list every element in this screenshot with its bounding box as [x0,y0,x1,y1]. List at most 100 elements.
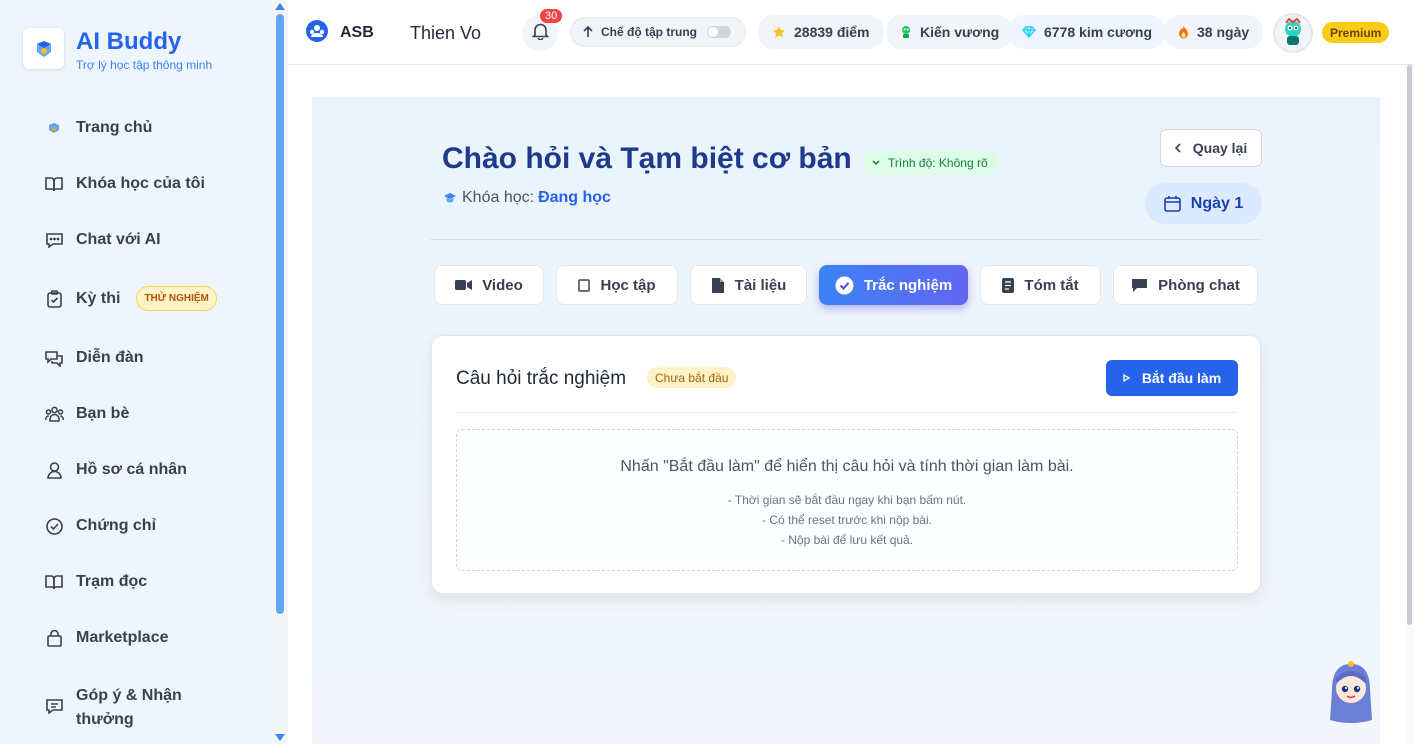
page-title: Chào hỏi và Tạm biệt cơ bản [442,142,852,175]
brand-logo-icon [23,28,64,69]
page-scrollbar[interactable] [1405,65,1414,744]
bag-icon [44,628,64,648]
start-quiz-button[interactable]: Bắt đầu làm [1106,360,1238,396]
sidebar-item-feedback[interactable]: Góp ý & Nhận thưởng [44,684,182,732]
rank-pill[interactable]: Kiến vương [886,15,1014,49]
page-scroll-thumb[interactable] [1407,65,1412,625]
focus-mode-label: Chế độ tập trung [601,25,697,39]
course-status[interactable]: Đang học [538,189,611,207]
tab-video[interactable]: Video [434,265,544,305]
sidebar-item-label: Trạm đọc [76,573,148,590]
sidebar-item-marketplace[interactable]: Marketplace [44,628,169,648]
rank-value: Kiến vương [920,24,1000,40]
hint-line: - Có thể reset trước khi nộp bài. [762,513,932,527]
org-icon [306,19,328,47]
start-quiz-label: Bắt đầu làm [1141,370,1222,386]
arrow-up-icon [583,26,593,38]
brand-name: AI Buddy [76,28,182,55]
chat-bubble-icon [1131,278,1148,293]
sidebar-scroll-thumb[interactable] [276,14,284,614]
tab-chat-room[interactable]: Phòng chat [1113,265,1258,305]
sidebar-item-profile[interactable]: Hồ sơ cá nhân [44,460,187,480]
rank-mascot-icon [900,25,912,39]
sidebar-scrollbar[interactable] [272,0,288,744]
sidebar-item-label: Góp ý & Nhận thưởng [76,687,182,728]
notification-button[interactable]: 30 [522,9,563,51]
level-text: Trình độ: Không rõ [888,155,988,170]
day-button-label: Ngày 1 [1190,194,1244,212]
sidebar-item-my-courses[interactable]: Khóa học của tôi [44,174,205,194]
assistant-mascot-icon[interactable] [1322,660,1380,724]
users-icon [44,404,64,424]
streak-value: 38 ngày [1197,24,1250,40]
tab-study[interactable]: Học tập [556,265,678,305]
streak-pill[interactable]: 38 ngày [1164,15,1264,49]
tab-quiz[interactable]: Trắc nghiệm [819,265,968,305]
back-button[interactable]: Quay lại [1160,129,1262,167]
premium-badge[interactable]: Premium [1322,22,1390,43]
forum-icon [44,348,64,368]
home-logo-icon [44,118,64,138]
quiz-card: Câu hỏi trắc nghiệm Chưa bắt đầu Bắt đầu… [431,335,1261,594]
focus-mode-switch[interactable] [707,26,731,38]
brand[interactable]: AI Buddy Trợ lý học tập thông minh [23,28,212,72]
quiz-instruction: Nhấn "Bắt đầu làm" để hiển thị câu hỏi v… [620,458,1074,475]
play-icon [1123,374,1130,382]
quiz-placeholder: Nhấn "Bắt đầu làm" để hiển thị câu hỏi v… [456,429,1238,571]
book-open-icon [44,572,64,592]
video-icon [455,279,473,291]
scroll-up-arrow-icon[interactable] [275,3,285,10]
user-icon [44,460,64,480]
top-bar: ASB Thien Vo 30 Chế độ tập trung 28839 đ… [288,0,1414,65]
experimental-badge: THỬ NGHIỆM [136,286,217,311]
square-icon [578,278,591,292]
star-icon [772,25,786,39]
sidebar-item-chat-ai[interactable]: Chat với AI [44,230,161,250]
org-switcher[interactable]: ASB [306,17,374,49]
quiz-title: Câu hỏi trắc nghiệm [456,368,627,389]
tab-summary[interactable]: Tóm tắt [980,265,1101,305]
sidebar-item-label: Diễn đàn [76,349,144,366]
header-divider [430,239,1262,240]
points-value: 28839 điểm [794,24,870,40]
points-pill[interactable]: 28839 điểm [758,15,884,49]
sidebar-item-label: Marketplace [76,629,169,646]
level-badge: Trình độ: Không rõ [862,150,998,175]
check-circle-icon [44,516,64,536]
sidebar-item-home[interactable]: Trang chủ [44,118,152,138]
chat-icon [44,230,64,250]
sidebar-item-label: Chứng chỉ [76,517,157,534]
sidebar-item-friends[interactable]: Bạn bè [44,404,129,424]
sidebar-item-reading[interactable]: Trạm đọc [44,572,147,592]
feedback-icon [44,696,64,716]
tab-documents[interactable]: Tài liệu [690,265,807,305]
diamond-icon [1022,26,1036,38]
bell-icon [531,22,549,45]
user-name: Thien Vo [410,22,482,43]
document-icon [711,277,725,294]
sidebar-item-exams[interactable]: Kỳ thi THỬ NGHIỆM [44,286,217,311]
tab-label: Học tập [600,276,656,294]
scroll-down-arrow-icon[interactable] [275,734,285,741]
diamonds-pill[interactable]: 6778 kim cương [1008,15,1167,49]
notes-icon [1002,277,1015,293]
brand-tagline: Trợ lý học tập thông minh [76,58,213,72]
graduation-cap-icon [443,192,457,204]
notification-count-badge: 30 [540,9,563,23]
sidebar-item-label: Kỳ thi [76,289,121,307]
course-info: Khóa học: Đang học [443,189,611,207]
sidebar-item-label: Trang chủ [76,119,153,136]
sidebar-item-label: Bạn bè [76,405,130,422]
tab-label: Phòng chat [1158,276,1240,294]
tab-label: Video [482,276,523,294]
sidebar: AI Buddy Trợ lý học tập thông minh Trang… [0,0,272,744]
sidebar-item-certificates[interactable]: Chứng chỉ [44,516,156,536]
avatar[interactable] [1273,13,1313,53]
card-divider [456,412,1238,413]
day-button[interactable]: Ngày 1 [1145,183,1262,224]
chevron-left-icon [1174,143,1181,153]
focus-mode-toggle[interactable]: Chế độ tập trung [570,17,746,47]
tab-label: Tóm tắt [1024,276,1079,294]
sidebar-item-forum[interactable]: Diễn đàn [44,348,144,368]
org-name: ASB [340,24,374,41]
